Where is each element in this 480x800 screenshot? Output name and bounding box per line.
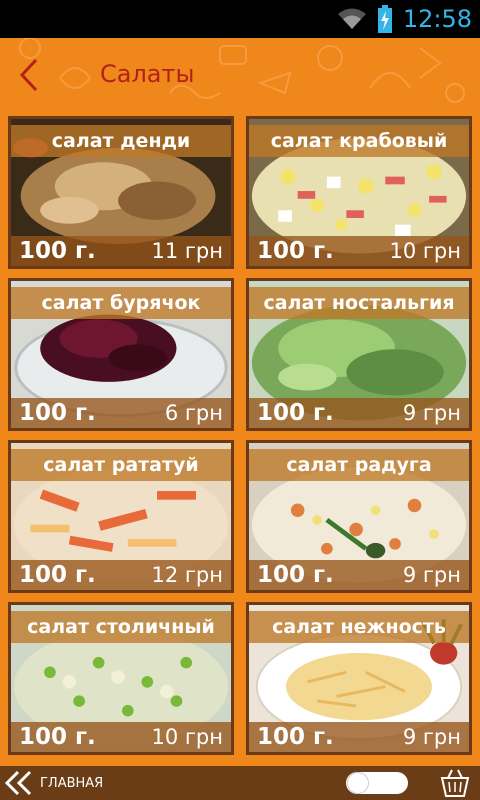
- product-title: салат крабовый: [249, 125, 469, 157]
- product-price: 9 грн: [402, 563, 461, 587]
- product-weight: 100 г.: [257, 724, 334, 750]
- product-weight: 100 г.: [19, 400, 96, 426]
- product-title: салат столичный: [11, 611, 231, 643]
- product-card[interactable]: салат радуга 100 г. 9 грн: [246, 440, 472, 593]
- product-card[interactable]: салат ностальгия 100 г. 9 грн: [246, 278, 472, 431]
- product-price: 12 грн: [151, 563, 224, 587]
- double-chevron-left-icon: [4, 770, 32, 796]
- product-card[interactable]: салат нежность 100 г. 9 грн: [246, 602, 472, 755]
- product-card[interactable]: салат бурячок 100 г. 6 грн: [8, 278, 234, 431]
- product-price: 6 грн: [164, 401, 223, 425]
- toggle-knob: [348, 773, 368, 793]
- product-info-bar: 100 г. 10 грн: [249, 236, 469, 266]
- basket-icon[interactable]: [438, 768, 472, 798]
- product-info-bar: 100 г. 10 грн: [11, 722, 231, 752]
- product-card[interactable]: салат рататуй 100 г. 12 грн: [8, 440, 234, 593]
- product-weight: 100 г.: [19, 724, 96, 750]
- product-card[interactable]: салат крабовый 100 г. 10 грн: [246, 116, 472, 269]
- product-info-bar: 100 г. 9 грн: [249, 560, 469, 590]
- page-title: Салаты: [100, 60, 195, 88]
- product-title: салат радуга: [249, 449, 469, 481]
- product-info-bar: 100 г. 12 грн: [11, 560, 231, 590]
- product-weight: 100 г.: [257, 562, 334, 588]
- status-bar: 12:58: [0, 0, 480, 38]
- product-price: 11 грн: [151, 239, 224, 263]
- product-price: 9 грн: [402, 725, 461, 749]
- product-grid: салат денди 100 г. 11 грн салат крабовый…: [0, 110, 480, 766]
- food-pattern-background: [19, 38, 465, 103]
- product-info-bar: 100 г. 9 грн: [249, 722, 469, 752]
- wifi-icon: [337, 8, 366, 29]
- app-header: Салаты: [0, 38, 480, 110]
- status-clock: 12:58: [402, 5, 472, 33]
- toggle-switch[interactable]: [346, 772, 408, 794]
- product-card[interactable]: салат столичный 100 г. 10 грн: [8, 602, 234, 755]
- product-price: 9 грн: [402, 401, 461, 425]
- product-title: салат ностальгия: [249, 287, 469, 319]
- back-arrow-icon[interactable]: [16, 58, 44, 92]
- product-title: салат бурячок: [11, 287, 231, 319]
- product-title: салат рататуй: [11, 449, 231, 481]
- product-title: салат нежность: [249, 611, 469, 643]
- battery-charging-icon: [377, 5, 392, 33]
- product-info-bar: 100 г. 11 грн: [11, 236, 231, 266]
- product-weight: 100 г.: [19, 562, 96, 588]
- home-label: ГЛАВНАЯ: [40, 775, 104, 791]
- product-title: салат денди: [11, 125, 231, 157]
- product-card[interactable]: салат денди 100 г. 11 грн: [8, 116, 234, 269]
- product-weight: 100 г.: [257, 238, 334, 264]
- product-price: 10 грн: [389, 239, 462, 263]
- product-weight: 100 г.: [257, 400, 334, 426]
- product-info-bar: 100 г. 6 грн: [11, 398, 231, 428]
- status-icons: 12:58: [337, 5, 472, 33]
- product-info-bar: 100 г. 9 грн: [249, 398, 469, 428]
- bottom-bar: ГЛАВНАЯ: [0, 766, 480, 800]
- product-price: 10 грн: [151, 725, 224, 749]
- product-weight: 100 г.: [19, 238, 96, 264]
- home-button[interactable]: ГЛАВНАЯ: [4, 770, 103, 796]
